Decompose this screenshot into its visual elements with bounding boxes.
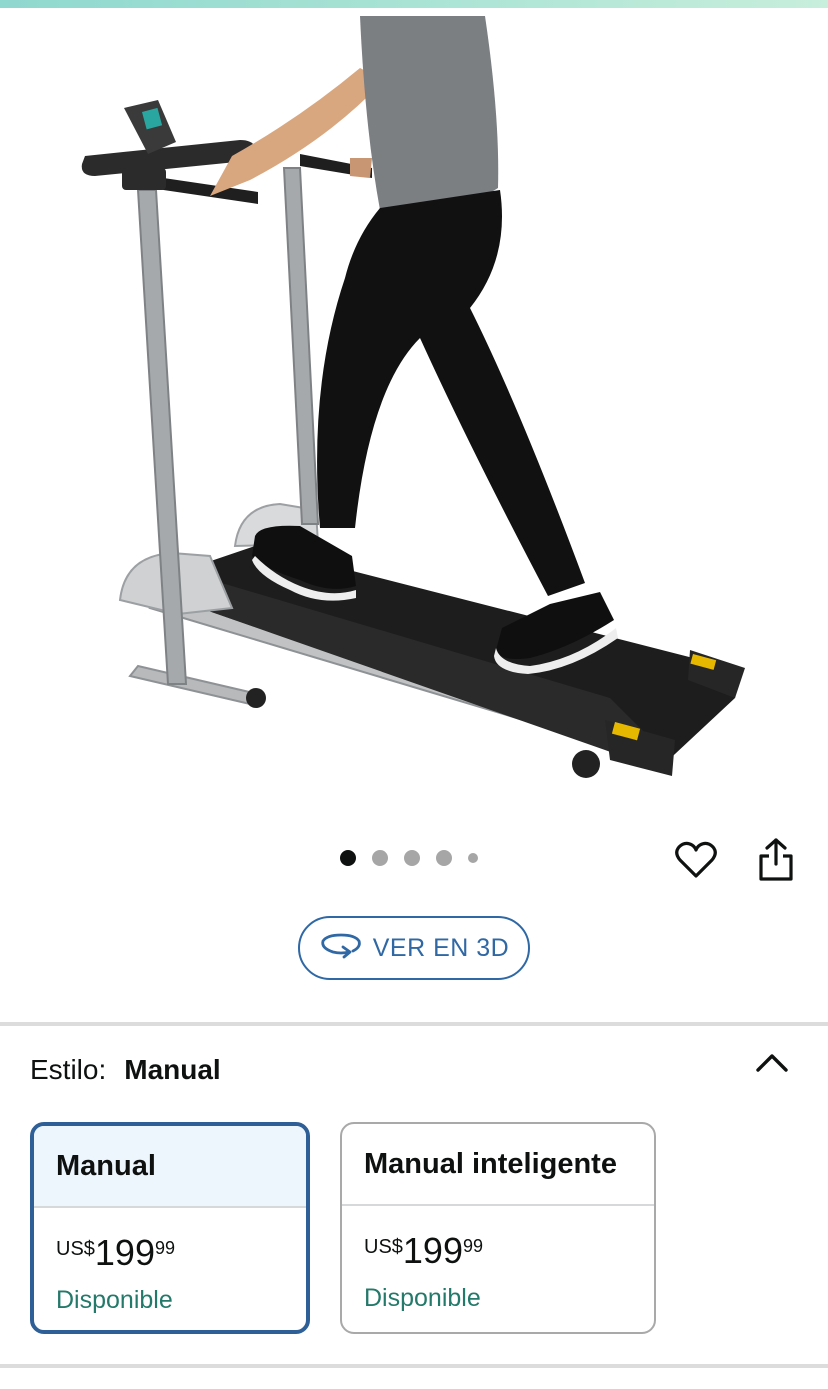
view-in-3d-label: VER EN 3D xyxy=(372,933,510,962)
price-fraction: 99 xyxy=(462,1236,484,1256)
carousel-dot[interactable] xyxy=(468,853,478,863)
top-accent-strip xyxy=(0,0,828,8)
carousel-dot[interactable] xyxy=(436,850,452,866)
section-divider xyxy=(0,1022,828,1026)
style-selector-header[interactable]: Estilo: Manual xyxy=(30,1054,221,1086)
style-option-manual-inteligente[interactable]: Manual inteligente US$ 199 99 Disponible xyxy=(340,1122,656,1334)
view-in-3d-button[interactable]: VER EN 3D xyxy=(298,916,530,980)
price-whole: 199 xyxy=(402,1230,463,1271)
heart-icon[interactable] xyxy=(674,838,718,882)
price: US$ 199 99 xyxy=(364,1232,654,1270)
availability-text: Disponible xyxy=(364,1284,481,1312)
style-option-title: Manual inteligente xyxy=(342,1124,654,1206)
price-currency: US$ xyxy=(56,1238,95,1260)
style-label: Estilo: xyxy=(30,1054,107,1085)
price-fraction: 99 xyxy=(154,1238,176,1258)
style-selected-value: Manual xyxy=(124,1054,221,1085)
carousel-dots[interactable] xyxy=(340,850,478,866)
product-image[interactable] xyxy=(0,8,828,808)
rotate-3d-icon xyxy=(319,931,363,966)
price: US$ 199 99 xyxy=(56,1234,306,1272)
style-option-manual[interactable]: Manual US$ 199 99 Disponible xyxy=(30,1122,310,1334)
share-icon[interactable] xyxy=(754,836,798,884)
carousel-dot[interactable] xyxy=(372,850,388,866)
section-divider xyxy=(0,1364,828,1368)
carousel-dot[interactable] xyxy=(404,850,420,866)
price-whole: 199 xyxy=(94,1232,155,1273)
availability-text: Disponible xyxy=(56,1286,173,1314)
carousel-dot[interactable] xyxy=(340,850,356,866)
chevron-up-icon[interactable] xyxy=(752,1048,792,1078)
price-currency: US$ xyxy=(364,1236,403,1258)
style-option-title: Manual xyxy=(34,1126,306,1208)
